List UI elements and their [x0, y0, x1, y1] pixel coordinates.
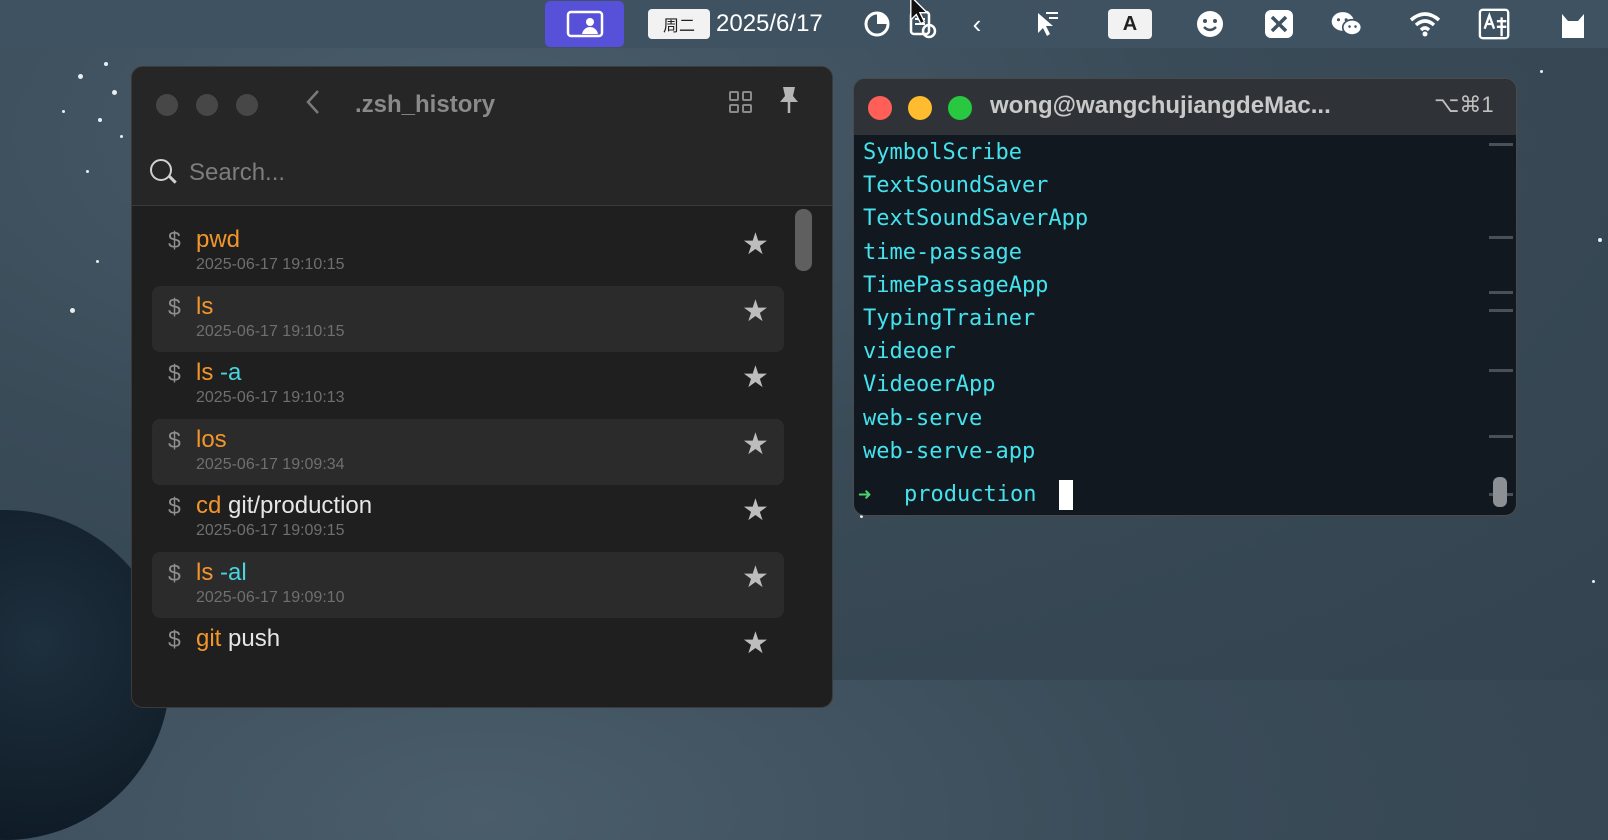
terminal-scroll-track[interactable]	[1487, 137, 1513, 507]
history-row[interactable]: $ ls -al 2025-06-17 19:09:10 ★	[152, 551, 784, 618]
prompt-directory: production	[904, 482, 1037, 507]
command-args: git/production	[221, 492, 373, 519]
history-row[interactable]: $ git push ★	[152, 618, 784, 684]
search-input[interactable]	[187, 154, 791, 192]
terminal-output-line: SymbolScribe	[863, 140, 1022, 165]
favorite-star-icon[interactable]: ★	[742, 626, 769, 661]
command-name: cd	[196, 492, 222, 519]
history-row[interactable]: $ cd git/production 2025-06-17 19:09:15 ★	[152, 485, 784, 551]
command-name: git	[196, 625, 222, 652]
tools-icon[interactable]	[1262, 8, 1296, 40]
favorite-star-icon[interactable]: ★	[742, 560, 769, 595]
wechat-icon[interactable]	[1330, 8, 1364, 40]
command-timestamp: 2025-06-17 19:10:13	[196, 389, 345, 406]
time-tracker-icon[interactable]	[860, 8, 894, 40]
terminal-scrollbar[interactable]	[1493, 477, 1507, 507]
terminal-output-line: web-serve	[863, 405, 983, 431]
dollar-prompt: $	[168, 293, 181, 320]
close-button[interactable]	[156, 94, 178, 116]
favorite-star-icon[interactable]: ★	[742, 360, 769, 395]
search-icon	[150, 159, 172, 181]
command-args: push	[221, 625, 281, 652]
history-window: .zsh_history $ pwd 2025-06-17 19:10:15 ★ $ ls…	[131, 66, 833, 708]
dollar-prompt: $	[168, 493, 181, 519]
back-chevron-icon[interactable]	[303, 87, 323, 124]
command-name: ls	[196, 359, 214, 386]
zoom-button[interactable]	[236, 94, 258, 116]
dollar-prompt: $	[168, 559, 181, 586]
menubar-date[interactable]: 2025/6/17	[716, 8, 823, 40]
wifi-icon[interactable]	[1408, 8, 1442, 40]
terminal-output-line: videoer	[863, 339, 956, 365]
terminal-output-line: time-passage	[863, 239, 1022, 265]
command-text: los	[196, 426, 227, 454]
emoji-face-icon[interactable]	[1193, 8, 1227, 40]
command-text: cd git/production	[196, 492, 372, 520]
terminal-shortcut: ⌥⌘1	[1434, 92, 1494, 117]
history-row[interactable]: $ ls -a 2025-06-17 19:10:13 ★	[152, 352, 784, 418]
dollar-prompt: $	[168, 227, 181, 253]
dollar-prompt: $	[168, 626, 181, 652]
history-title: .zsh_history	[355, 91, 496, 118]
dollar-prompt: $	[168, 360, 181, 386]
terminal-output-line: web-serve-app	[863, 438, 1036, 464]
menu-bar: 周二 2025/6/17 ‹ A	[0, 0, 1608, 48]
terminal-close-button[interactable]	[868, 96, 892, 120]
command-name: pwd	[196, 226, 241, 253]
search-bar	[132, 139, 832, 206]
terminal-output-line: TimePassageApp	[863, 272, 1049, 298]
cursor-highlight-icon[interactable]	[1030, 8, 1064, 40]
mouse-cursor-icon	[909, 0, 929, 25]
history-row[interactable]: $ los 2025-06-17 19:09:34 ★	[152, 418, 784, 485]
weekday-badge[interactable]: 周二	[648, 9, 710, 39]
command-timestamp: 2025-06-17 19:09:15	[196, 522, 345, 539]
history-scrollbar[interactable]	[795, 209, 812, 271]
command-text: git push	[196, 625, 280, 653]
command-timestamp: 2025-06-17 19:10:15	[196, 256, 345, 273]
translate-icon[interactable]	[1478, 8, 1512, 40]
terminal-window: wong@wangchujiangdeMac... ⌥⌘1 SymbolScri…	[853, 78, 1517, 516]
command-timestamp: 2025-06-17 19:09:10	[196, 588, 345, 606]
minimize-button[interactable]	[196, 94, 218, 116]
dollar-prompt: $	[168, 426, 181, 453]
command-text: pwd	[196, 226, 240, 254]
cat-icon[interactable]	[1556, 8, 1590, 40]
command-args: -al	[213, 558, 247, 586]
terminal-zoom-button[interactable]	[948, 96, 972, 120]
grid-view-icon[interactable]	[729, 91, 752, 113]
focus-mode-icon[interactable]	[545, 1, 624, 47]
command-timestamp: 2025-06-17 19:10:15	[196, 322, 345, 340]
history-row[interactable]: $ pwd 2025-06-17 19:10:15 ★	[152, 219, 784, 285]
favorite-star-icon[interactable]: ★	[742, 493, 769, 528]
terminal-output-line: TextSoundSaverApp	[863, 206, 1089, 232]
favorite-star-icon[interactable]: ★	[742, 294, 769, 329]
command-text: ls	[196, 293, 213, 321]
history-row[interactable]: $ ls 2025-06-17 19:10:15 ★	[152, 285, 784, 352]
input-source-icon[interactable]: A	[1108, 9, 1152, 39]
command-args: -a	[213, 359, 242, 386]
pin-icon[interactable]	[778, 85, 800, 122]
prompt-arrow-icon: ➜	[858, 483, 872, 508]
command-name: los	[196, 425, 227, 453]
command-name: ls	[196, 558, 214, 586]
command-name: ls	[196, 292, 214, 320]
chevron-left-icon[interactable]: ‹	[960, 8, 994, 40]
favorite-star-icon[interactable]: ★	[742, 427, 769, 462]
favorite-star-icon[interactable]: ★	[742, 227, 769, 262]
terminal-output-line: TypingTrainer	[863, 306, 1036, 331]
terminal-title: wong@wangchujiangdeMac...	[990, 92, 1331, 119]
command-text: ls -al	[196, 559, 247, 587]
command-timestamp: 2025-06-17 19:09:34	[196, 455, 345, 473]
history-titlebar: .zsh_history	[132, 67, 832, 139]
terminal-cursor	[1059, 480, 1073, 510]
terminal-output-line: TextSoundSaver	[863, 173, 1049, 199]
command-text: ls -a	[196, 359, 241, 387]
terminal-titlebar: wong@wangchujiangdeMac... ⌥⌘1	[854, 79, 1516, 135]
terminal-output-line: VideoerApp	[863, 372, 996, 398]
terminal-minimize-button[interactable]	[908, 96, 932, 120]
